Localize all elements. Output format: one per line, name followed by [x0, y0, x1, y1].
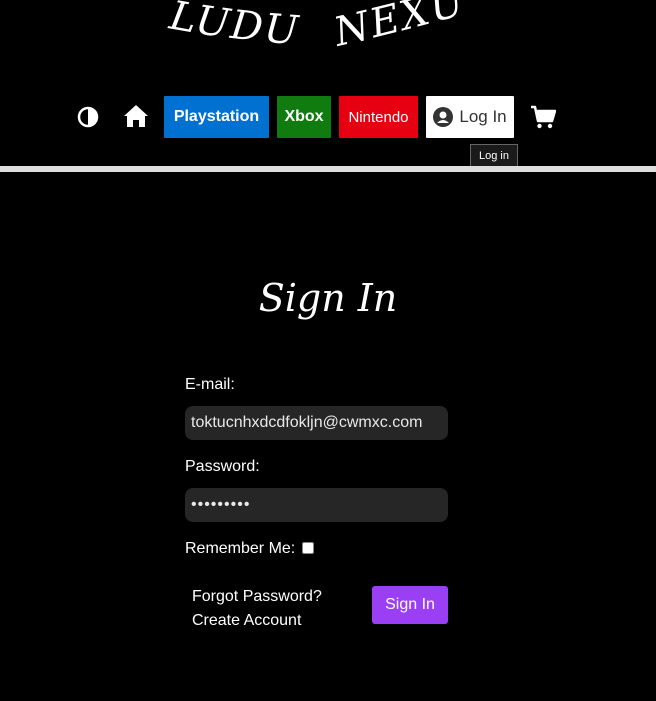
login-button[interactable]: Log In	[426, 96, 514, 138]
cart-icon	[531, 105, 557, 129]
password-field[interactable]: •••••••••	[185, 488, 448, 522]
login-button-label: Log In	[459, 107, 507, 126]
contrast-icon	[77, 106, 99, 128]
password-label: Password:	[185, 458, 260, 475]
site-logo[interactable]: LUDUS NEXUS	[0, 0, 656, 60]
contrast-toggle[interactable]	[76, 105, 100, 129]
email-label: E-mail:	[185, 376, 235, 393]
remember-me-checkbox[interactable]	[302, 542, 314, 554]
nav-nintendo-button[interactable]: Nintendo	[339, 96, 418, 138]
forgot-password-link[interactable]: Forgot Password?	[192, 588, 322, 606]
page-title: Sign In	[258, 276, 398, 320]
cart-link[interactable]	[530, 104, 557, 130]
user-circle-icon	[433, 107, 454, 127]
home-link[interactable]	[122, 102, 150, 130]
logo-word-ludus: LUDUS	[0, 0, 300, 54]
header-divider	[0, 166, 656, 172]
main-nav: Playstation Xbox Nintendo Log In	[0, 96, 656, 138]
email-field[interactable]: toktucnhxdcdfokljn@cwmxc.com	[185, 406, 448, 440]
nav-xbox-button[interactable]: Xbox	[277, 96, 331, 138]
home-icon	[124, 105, 148, 127]
create-account-link[interactable]: Create Account	[192, 612, 301, 630]
sign-in-button[interactable]: Sign In	[372, 586, 448, 624]
svg-text:LUDUS: LUDUS	[0, 0, 302, 54]
remember-me-label: Remember Me:	[185, 540, 296, 557]
login-tooltip: Log in	[470, 144, 518, 168]
nav-playstation-button[interactable]: Playstation	[164, 96, 269, 138]
